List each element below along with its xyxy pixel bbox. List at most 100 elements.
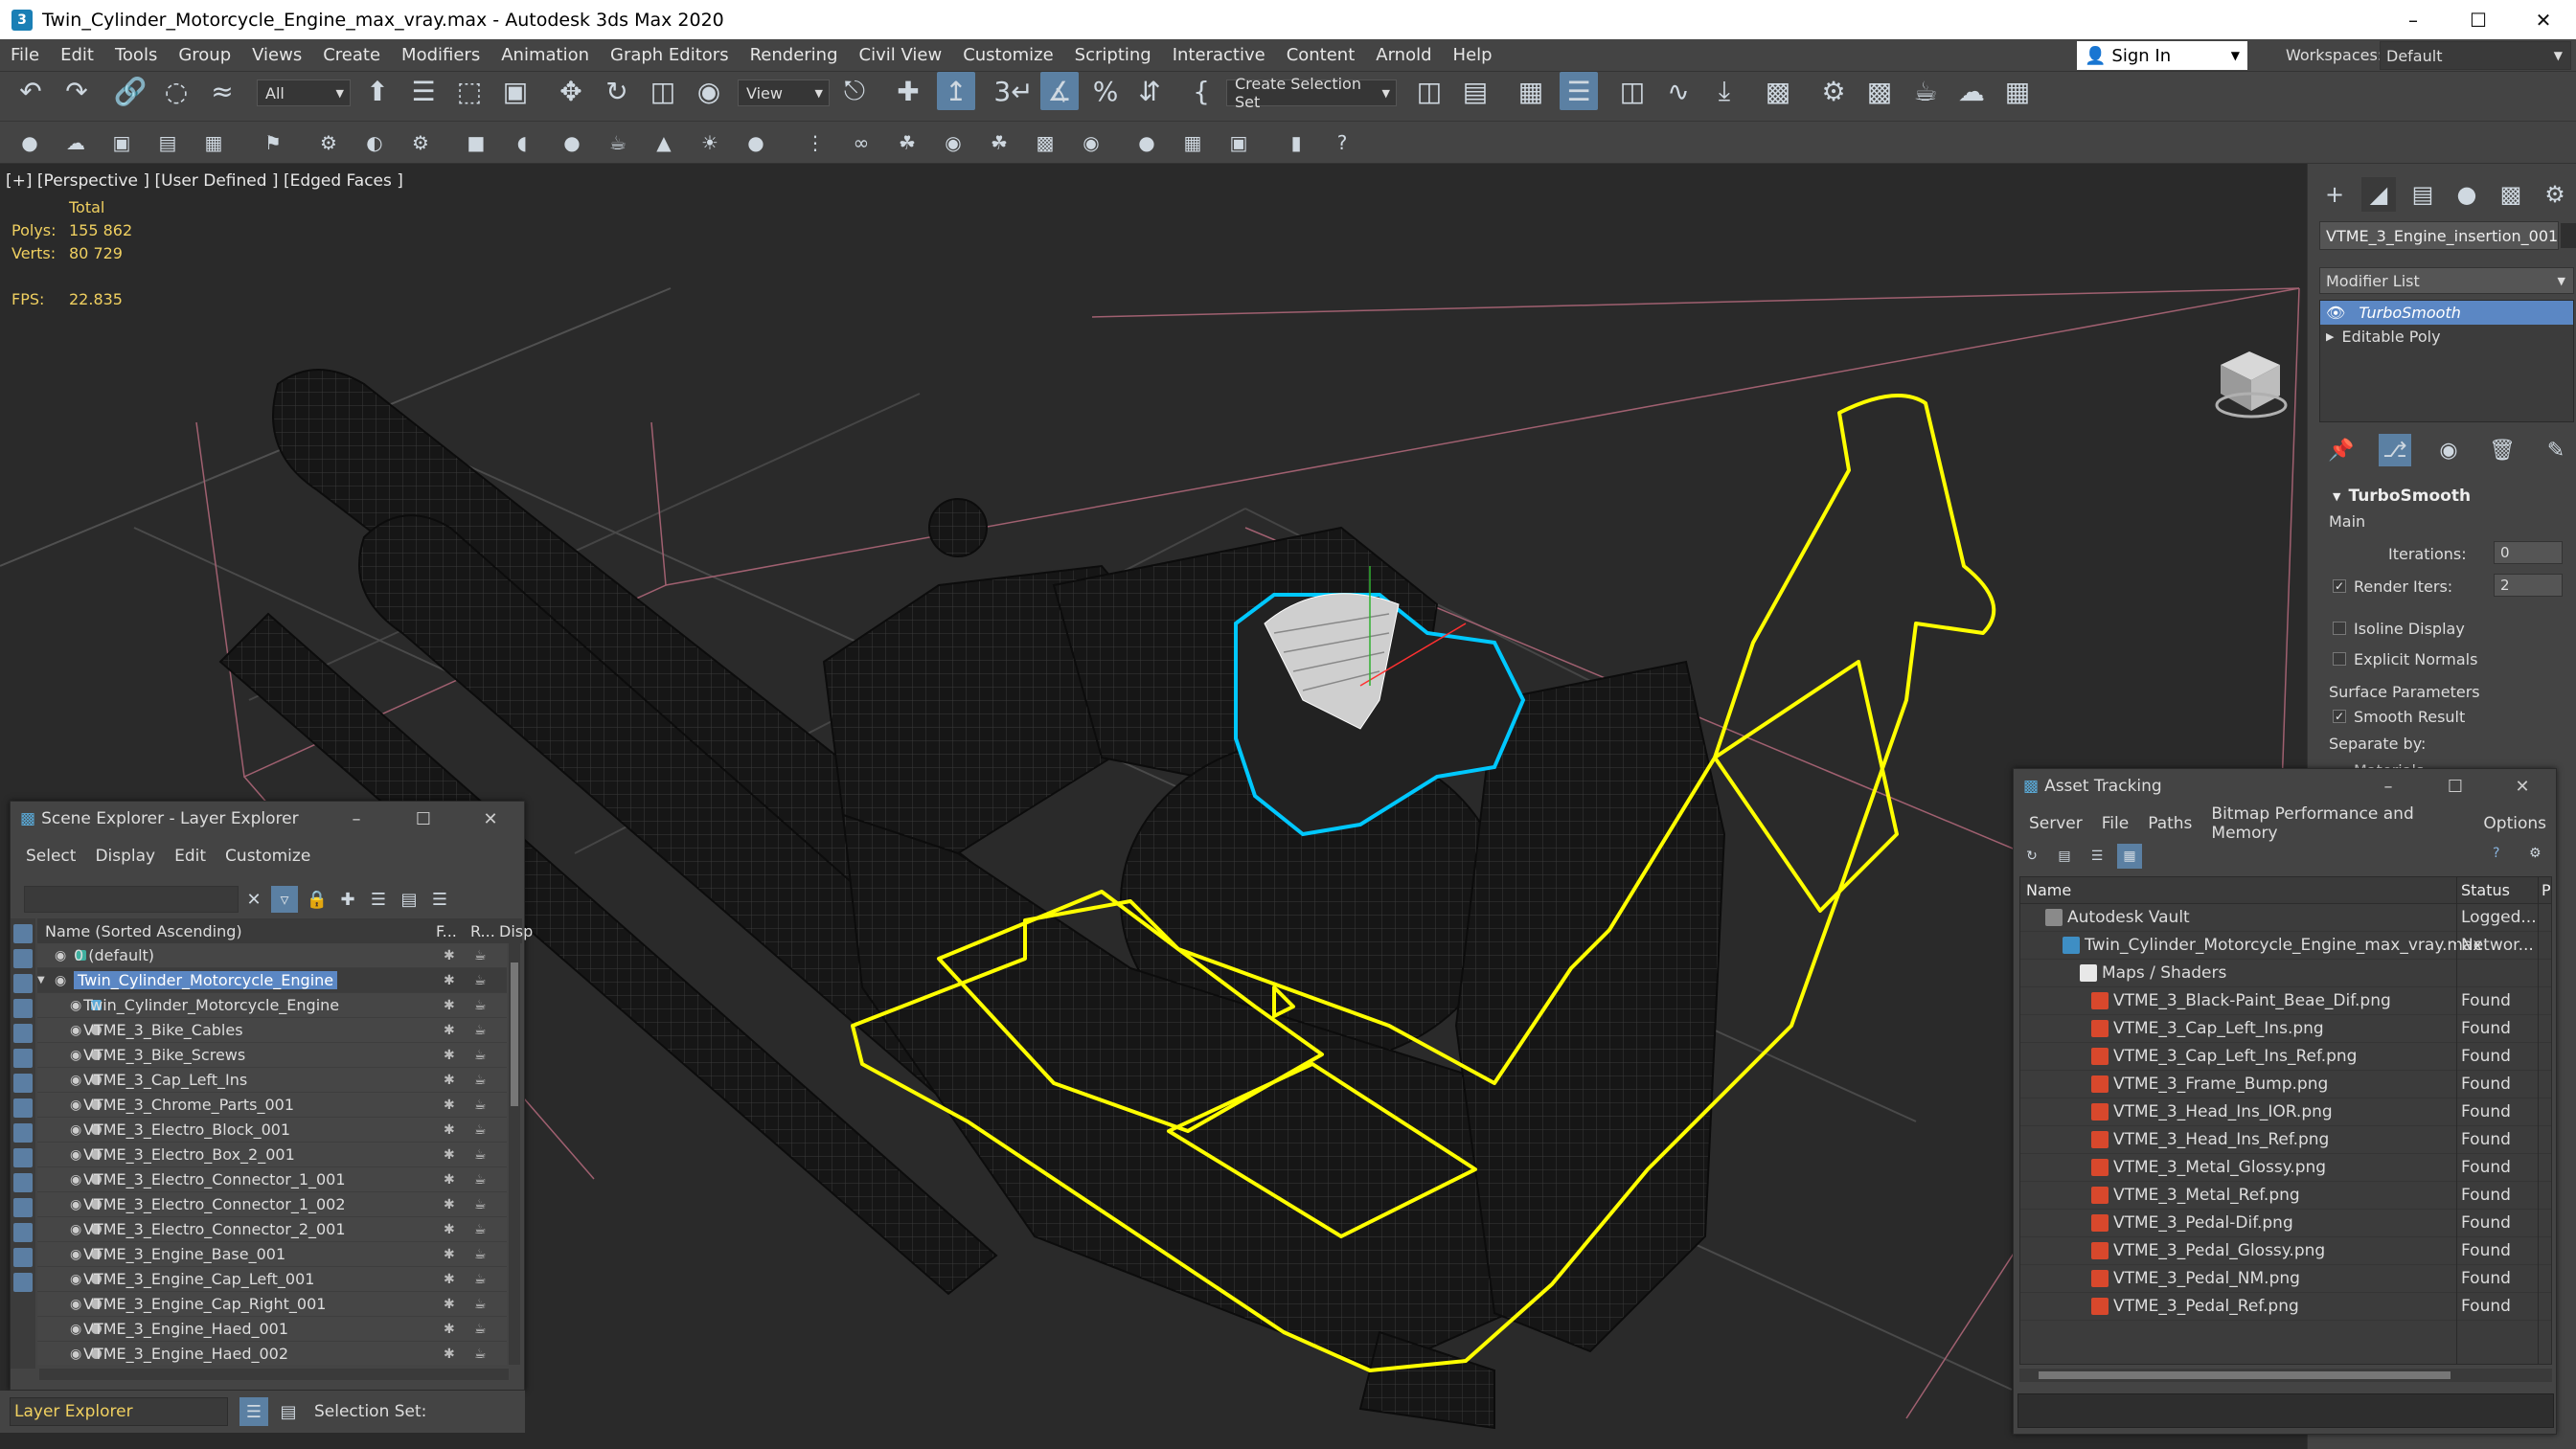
lock-icon[interactable]: 🔒 bbox=[304, 886, 331, 913]
freeze-icon[interactable]: ✱ bbox=[444, 1073, 455, 1088]
named-selection-dropdown[interactable]: Create Selection Set ▼ bbox=[1226, 75, 1397, 111]
maximize-button[interactable]: ☐ bbox=[390, 802, 457, 836]
scene-tree-row[interactable]: ◉ VTME_3_Electro_Block_001 ✱ ☕ bbox=[37, 1118, 507, 1143]
table-view-icon[interactable]: ▦ bbox=[2117, 844, 2142, 869]
column-name[interactable]: Name (Sorted Ascending) bbox=[45, 922, 242, 940]
menu-civil-view[interactable]: Civil View bbox=[849, 45, 953, 65]
help-icon[interactable]: ? bbox=[2493, 846, 2499, 861]
renderable-icon[interactable]: ☕ bbox=[474, 1297, 487, 1312]
modifier-list-dropdown[interactable]: Modifier List ▼ bbox=[2319, 267, 2574, 294]
menu-file[interactable]: File bbox=[0, 45, 50, 65]
gear-icon[interactable]: ⚙ bbox=[404, 124, 437, 162]
reference-coord-dropdown[interactable]: View ▼ bbox=[738, 79, 830, 106]
display-xrefs-icon[interactable] bbox=[13, 1098, 33, 1118]
menu-create[interactable]: Create bbox=[312, 45, 391, 65]
asset-row[interactable]: VTME_3_Pedal-Dif.png Found bbox=[2020, 1210, 2551, 1237]
renderable-icon[interactable]: ☕ bbox=[474, 1222, 487, 1237]
renderable-icon[interactable]: ☕ bbox=[474, 1197, 487, 1212]
freeze-icon[interactable]: ✱ bbox=[444, 948, 455, 963]
iterations-spinner[interactable]: 0 bbox=[2494, 541, 2563, 564]
box-icon[interactable]: ■ bbox=[460, 124, 492, 162]
scene-explorer-search-input[interactable] bbox=[24, 886, 239, 913]
scene-tree-row[interactable]: ◉ VTME_3_Electro_Box_2_001 ✱ ☕ bbox=[37, 1143, 507, 1167]
motion-tab-icon[interactable]: ● bbox=[2450, 177, 2484, 212]
scene-tree-row[interactable]: ▼ ◉ Twin_Cylinder_Motorcycle_Engine ✱ ☕ bbox=[37, 968, 507, 993]
menu-animation[interactable]: Animation bbox=[490, 45, 600, 65]
scene-explorer-titlebar[interactable]: ▩ Scene Explorer - Layer Explorer – ☐ ✕ bbox=[11, 802, 524, 836]
fur-icon[interactable]: ☘ bbox=[891, 124, 923, 162]
se-menu-customize[interactable]: Customize bbox=[216, 847, 320, 866]
vfb-icon[interactable]: ▣ bbox=[1222, 124, 1255, 162]
menu-edit[interactable]: Edit bbox=[50, 45, 104, 65]
asset-row[interactable]: VTME_3_Head_Ins_IOR.png Found bbox=[2020, 1098, 2551, 1126]
at-menu-server[interactable]: Server bbox=[2019, 814, 2092, 833]
asset-row[interactable]: VTME_3_Pedal_NM.png Found bbox=[2020, 1265, 2551, 1293]
scene-tree-row[interactable]: ◉ VTME_3_Engine_Cap_Left_001 ✱ ☕ bbox=[37, 1267, 507, 1292]
renderable-icon[interactable]: ☕ bbox=[474, 1147, 487, 1163]
viewcube-icon[interactable] bbox=[2215, 351, 2288, 419]
layers-icon[interactable]: ☰ bbox=[365, 886, 392, 913]
scene-tree-row[interactable]: ◉ VTME_3_Cap_Left_Ins ✱ ☕ bbox=[37, 1068, 507, 1093]
at-menu-file[interactable]: File bbox=[2092, 814, 2138, 833]
close-button[interactable]: ✕ bbox=[2511, 0, 2576, 39]
visibility-eye-icon[interactable]: ◉ bbox=[70, 1023, 81, 1038]
maximize-button[interactable]: ☐ bbox=[2446, 0, 2511, 39]
expand-arrow-icon[interactable]: ▼ bbox=[37, 975, 45, 985]
rotate-icon[interactable]: ↻ bbox=[600, 72, 634, 110]
render-setup-icon[interactable]: ⚙ bbox=[1816, 72, 1851, 110]
renderable-icon[interactable]: ☕ bbox=[474, 998, 487, 1013]
render-cloud-icon[interactable]: ☁ bbox=[1954, 72, 1989, 110]
percent-snap-icon[interactable]: % bbox=[1086, 72, 1125, 110]
asset-row[interactable]: VTME_3_Pedal_Ref.png Found bbox=[2020, 1293, 2551, 1321]
asset-row[interactable]: VTME_3_Frame_Bump.png Found bbox=[2020, 1071, 2551, 1098]
freeze-icon[interactable]: ✱ bbox=[444, 1197, 455, 1212]
display-all-icon[interactable] bbox=[13, 1173, 33, 1192]
globe-icon[interactable]: ◉ bbox=[937, 124, 969, 162]
at-menu-options[interactable]: Options bbox=[2473, 814, 2556, 833]
expand-arrow-icon[interactable]: ▶ bbox=[2326, 330, 2334, 343]
asset-row[interactable]: VTME_3_Pedal_Glossy.png Found bbox=[2020, 1237, 2551, 1265]
add-layer-icon[interactable]: ✚ bbox=[334, 886, 361, 913]
scale-icon[interactable]: ◫ bbox=[646, 72, 680, 110]
display-children-icon[interactable] bbox=[13, 1248, 33, 1267]
menu-views[interactable]: Views bbox=[241, 45, 312, 65]
close-button[interactable]: ✕ bbox=[457, 802, 524, 836]
rendered-frame-icon[interactable]: ▩ bbox=[1862, 72, 1897, 110]
object-color-swatch[interactable] bbox=[2561, 223, 2576, 248]
display-lights-icon[interactable] bbox=[13, 974, 33, 993]
asset-row[interactable]: VTME_3_Cap_Left_Ins.png Found bbox=[2020, 1015, 2551, 1043]
menu-arnold[interactable]: Arnold bbox=[1365, 45, 1442, 65]
chain-icon[interactable]: ∞ bbox=[845, 124, 878, 162]
display-influences-icon[interactable] bbox=[13, 1273, 33, 1292]
remove-modifier-icon[interactable]: 🗑 bbox=[2486, 434, 2519, 466]
close-button[interactable]: ✕ bbox=[2489, 769, 2556, 804]
visibility-eye-icon[interactable]: ◉ bbox=[70, 1247, 81, 1262]
display-none-icon[interactable] bbox=[13, 1198, 33, 1217]
mesh-icon[interactable]: ◉ bbox=[1075, 124, 1107, 162]
scene-tree-row[interactable]: ◉ VTME_3_Electro_Connector_1_001 ✱ ☕ bbox=[37, 1167, 507, 1192]
stack-item-editable-poly[interactable]: ▶ Editable Poly bbox=[2320, 325, 2573, 349]
renderable-icon[interactable]: ☕ bbox=[474, 1023, 487, 1038]
column-p[interactable]: P bbox=[2542, 881, 2551, 899]
material-editor-icon[interactable]: ▩ bbox=[1761, 72, 1795, 110]
bind-space-warp-icon[interactable]: ≈ bbox=[205, 72, 239, 110]
smooth-result-checkbox[interactable]: ✓ bbox=[2333, 710, 2346, 723]
clear-search-icon[interactable]: ✕ bbox=[240, 886, 267, 913]
se-menu-select[interactable]: Select bbox=[16, 847, 85, 866]
cone-icon[interactable]: ▲ bbox=[648, 124, 680, 162]
particles-icon[interactable]: ⋮ bbox=[799, 124, 832, 162]
scene-tree-row[interactable]: ◉ VTME_3_Engine_Base_001 ✱ ☕ bbox=[37, 1242, 507, 1267]
hierarchy-tab-icon[interactable]: ▤ bbox=[2405, 177, 2440, 212]
asset-tracking-titlebar[interactable]: ▩ Asset Tracking – ☐ ✕ bbox=[2014, 769, 2556, 804]
asset-row[interactable]: Maps / Shaders bbox=[2020, 960, 2551, 987]
display-cameras-icon[interactable] bbox=[13, 999, 33, 1018]
freeze-icon[interactable]: ✱ bbox=[444, 1172, 455, 1188]
object-name-field[interactable]: VTME_3_Engine_insertion_001 bbox=[2319, 221, 2559, 250]
cloud-icon[interactable]: ☁ bbox=[59, 124, 92, 162]
menu-interactive[interactable]: Interactive bbox=[1162, 45, 1276, 65]
at-menu-paths[interactable]: Paths bbox=[2138, 814, 2201, 833]
grid-icon[interactable]: ▦ bbox=[197, 124, 230, 162]
asset-table-hscrollbar[interactable] bbox=[2019, 1369, 2552, 1382]
window-crossing-icon[interactable]: ▣ bbox=[498, 72, 533, 110]
se-menu-display[interactable]: Display bbox=[85, 847, 165, 866]
